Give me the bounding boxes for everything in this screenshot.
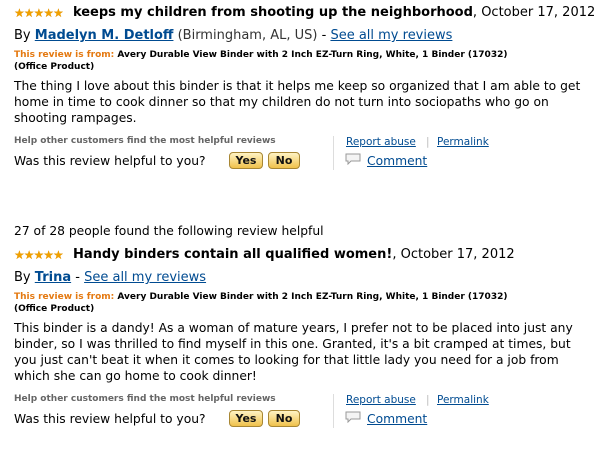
five-star-rating-icon: ★★★★★ [14,248,64,262]
reviewer-link[interactable]: Madelyn M. Detloff [35,28,174,43]
pipe-separator: | [426,136,430,148]
see-all-reviews-link[interactable]: See all my reviews [330,28,452,43]
pipe-separator: | [426,394,430,406]
comma: , [472,5,478,20]
reviewer-link[interactable]: Trina [35,270,71,285]
report-abuse-link[interactable]: Report abuse [346,394,416,406]
help-other-text: Help other customers find the most helpf… [14,394,276,404]
comma: , [392,247,397,262]
dash-separator: - [75,270,80,285]
helpful-summary: 27 of 28 people found the following revi… [14,224,324,238]
helpful-bar: Help other customers find the most helpf… [14,394,599,434]
review-title-line: ★★★★★ keeps my children from shooting up… [14,4,599,22]
comment-bubble-icon[interactable] [345,411,361,423]
reviewer-location: (Birmingham, AL, US) [177,28,318,43]
permalink-link[interactable]: Permalink [437,394,489,406]
product-type: (Office Product) [14,62,95,72]
product-name: Avery Durable View Binder with 2 Inch EZ… [117,292,508,302]
divider [333,136,334,170]
help-other-text: Help other customers find the most helpf… [14,136,276,146]
comment-bubble-icon[interactable] [345,153,361,165]
yes-button[interactable]: Yes [229,410,263,427]
report-abuse-link[interactable]: Report abuse [346,136,416,148]
by-label: By [14,270,31,285]
yes-button[interactable]: Yes [229,152,263,169]
by-label: By [14,28,31,43]
review-title: Handy binders contain all qualified wome… [72,247,393,262]
review-1: ★★★★★ keeps my children from shooting up… [14,4,599,176]
helpful-bar: Help other customers find the most helpf… [14,136,599,176]
byline: By Madelyn M. Detloff (Birmingham, AL, U… [14,27,599,44]
review-date: October 17, 2012 [400,247,515,262]
review-title: keeps my children from shooting up the n… [72,5,473,20]
helpful-question: Was this review helpful to you? [14,412,206,426]
product-source: This review is from: Avery Durable View … [14,49,599,73]
product-type: (Office Product) [14,304,95,314]
dash-separator: - [321,28,327,43]
review-date: October 17, 2012 [481,5,596,20]
from-label: This review is from: [14,292,115,302]
comment-link[interactable]: Comment [367,412,427,426]
comment-link[interactable]: Comment [367,154,427,168]
review-body: This binder is a dandy! As a woman of ma… [14,321,573,383]
review-2: ★★★★★ Handy binders contain all qualifie… [14,246,599,434]
no-button[interactable]: No [268,152,300,169]
no-button[interactable]: No [268,410,300,427]
byline: By Trina - See all my reviews [14,269,599,286]
five-star-rating-icon: ★★★★★ [14,6,64,20]
product-source: This review is from: Avery Durable View … [14,291,599,315]
divider [333,394,334,428]
permalink-link[interactable]: Permalink [437,136,489,148]
review-title-line: ★★★★★ Handy binders contain all qualifie… [14,246,599,264]
from-label: This review is from: [14,50,115,60]
see-all-reviews-link[interactable]: See all my reviews [84,270,206,285]
review-body: The thing I love about this binder is th… [14,79,581,125]
helpful-question: Was this review helpful to you? [14,154,206,168]
product-name: Avery Durable View Binder with 2 Inch EZ… [117,50,508,60]
